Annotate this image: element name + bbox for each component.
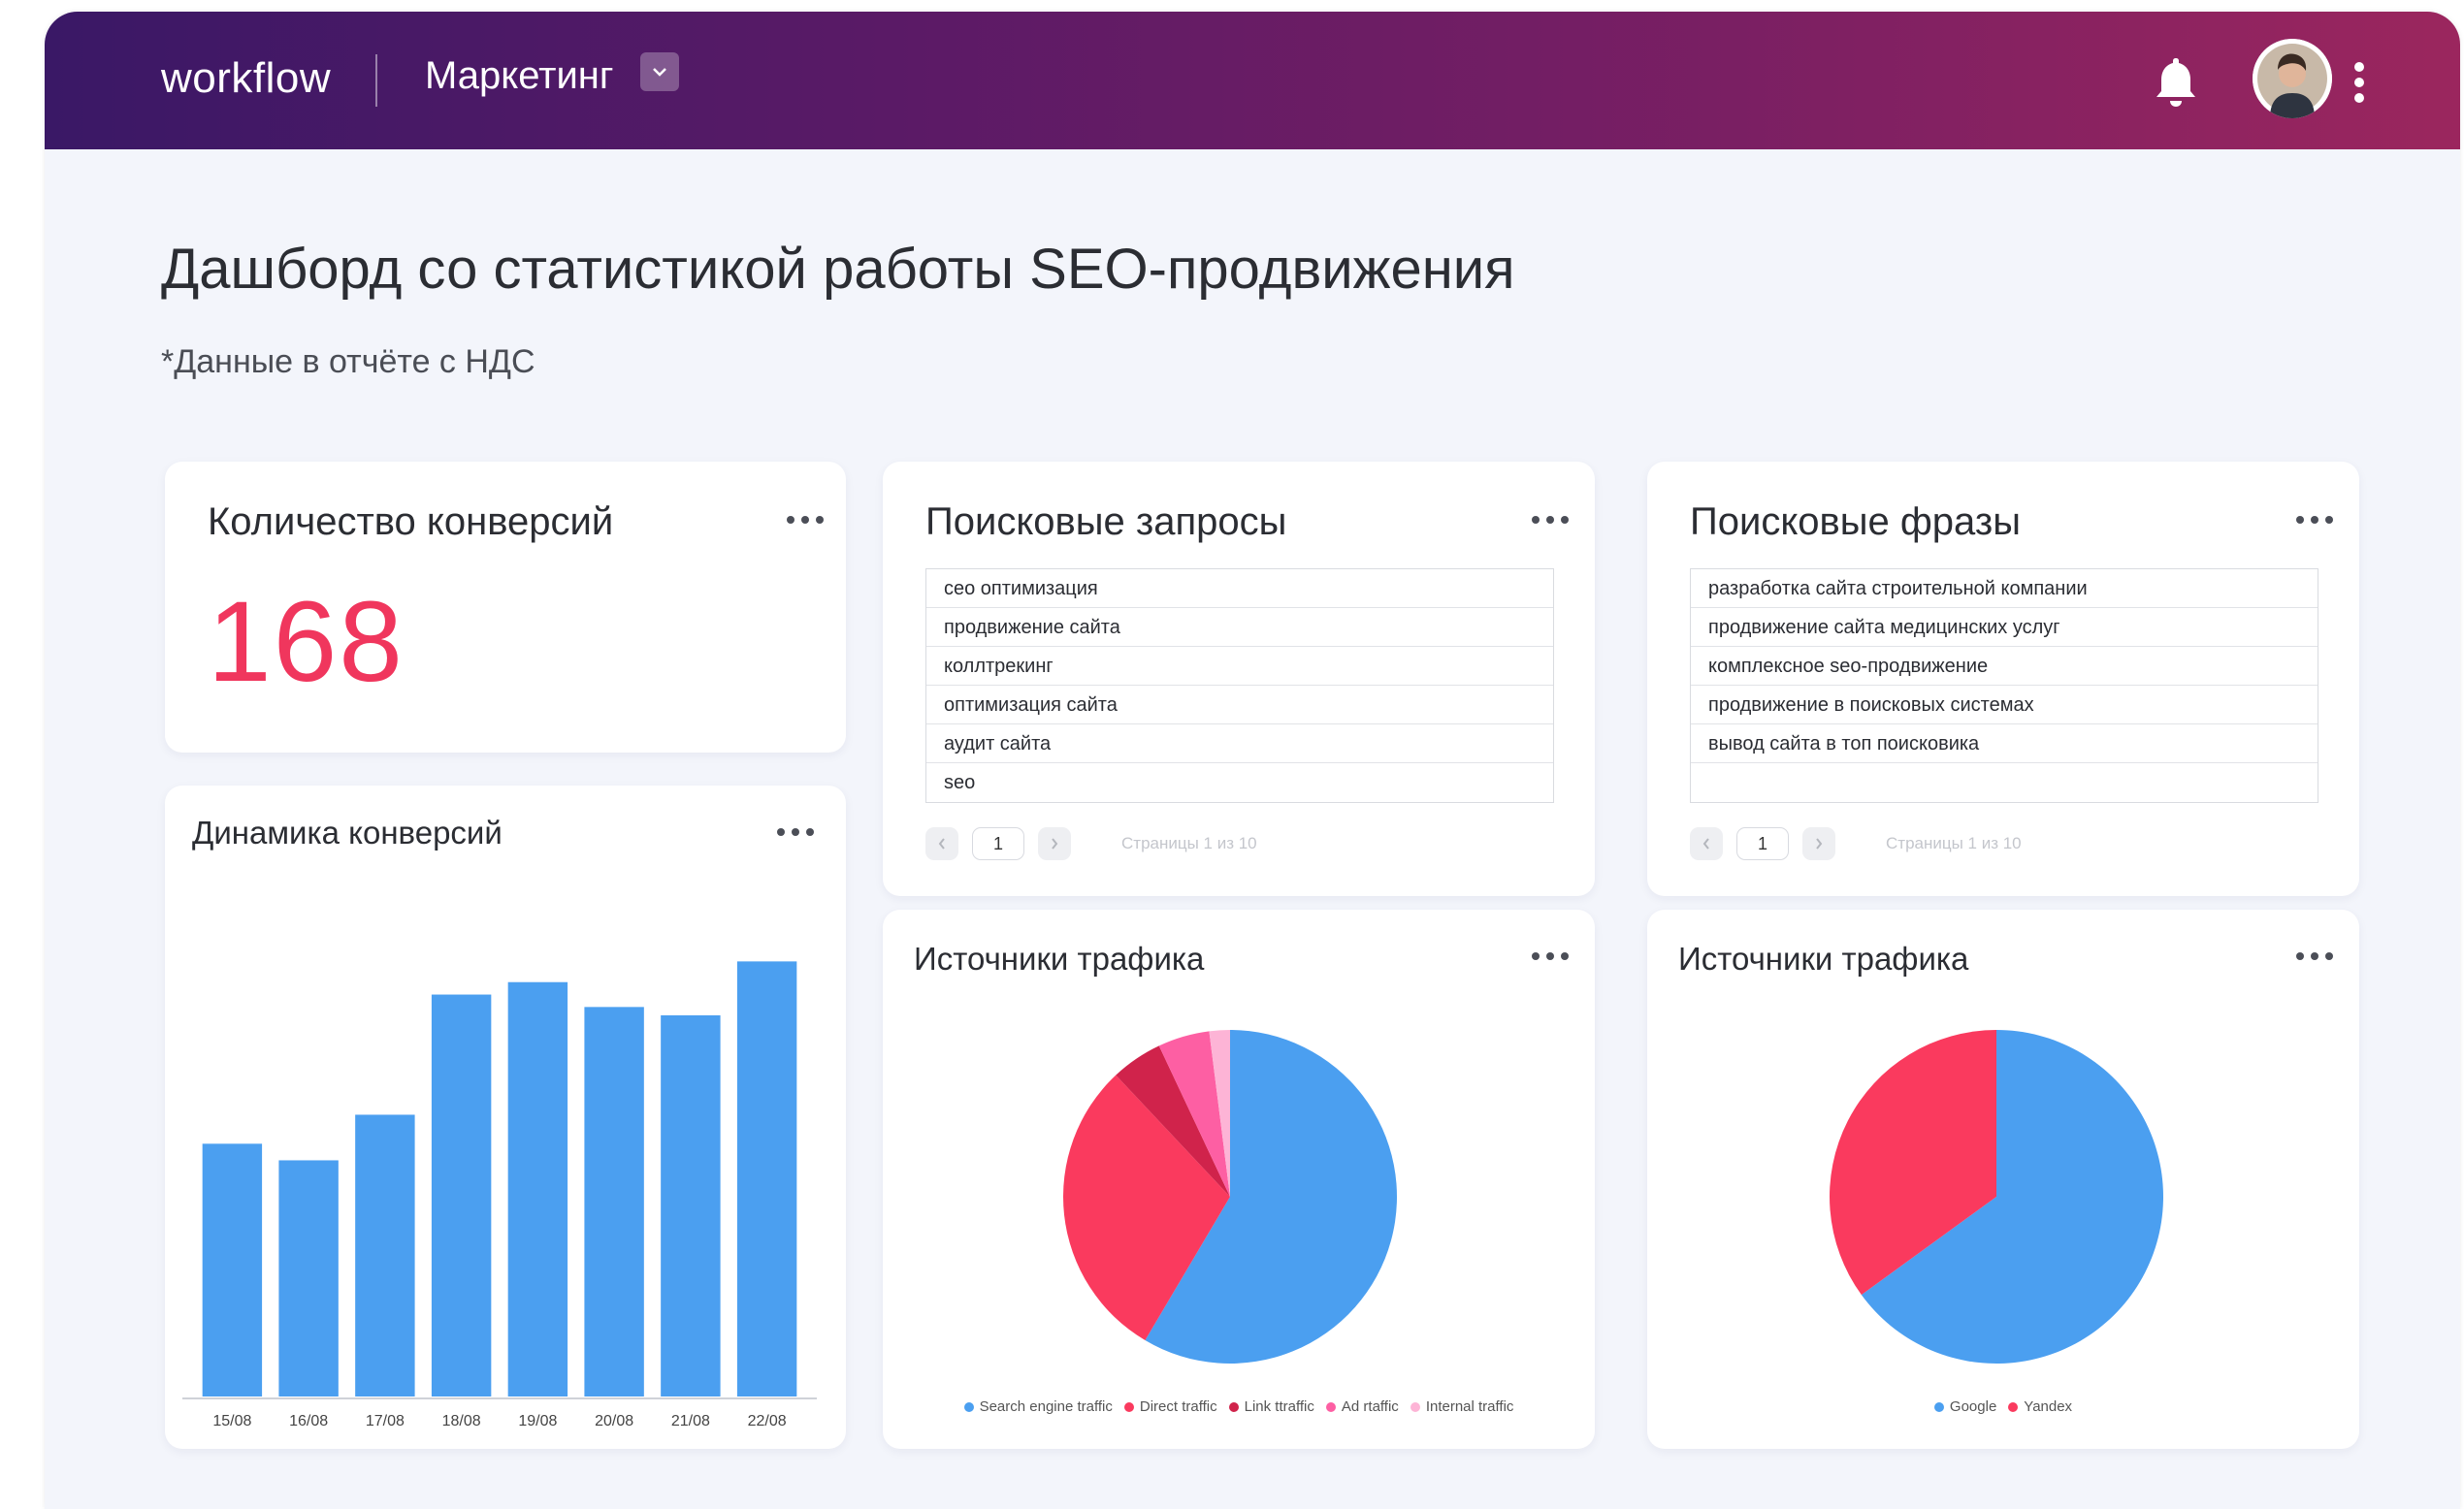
legend-label: Google	[1949, 1398, 1997, 1415]
chevron-left-icon	[938, 838, 945, 850]
more-horizontal-icon[interactable]	[786, 514, 825, 526]
pagination: 1 Страницы 1 из 10	[925, 826, 1257, 861]
search-queries-card: Поисковые запросы сео оптимизация продви…	[883, 462, 1595, 896]
legend-dot	[1325, 1401, 1336, 1412]
page-number-input[interactable]: 1	[1736, 827, 1789, 860]
search-phrases-card: Поисковые фразы разработка сайта строите…	[1647, 462, 2359, 896]
card-title: Поисковые фразы	[1690, 500, 2021, 543]
legend-label: Yandex	[2024, 1398, 2073, 1415]
legend-dot	[963, 1401, 974, 1412]
queries-table: сео оптимизация продвижение сайта коллтр…	[925, 568, 1554, 803]
user-menu-button[interactable]	[2351, 58, 2368, 107]
legend-dot	[1228, 1401, 1239, 1412]
bar-22/08[interactable]	[736, 961, 797, 1397]
legend-label: Link ttraffic	[1244, 1398, 1314, 1415]
conversions-card: Количество конверсий 168	[165, 462, 846, 753]
chevron-down-icon	[653, 68, 666, 77]
x-tick-label: 21/08	[671, 1413, 710, 1429]
app-logo[interactable]: workflow	[161, 54, 331, 103]
project-dropdown-button[interactable]	[640, 52, 679, 91]
pagination: 1 Страницы 1 из 10	[1690, 826, 2022, 861]
table-row[interactable]: аудит сайта	[926, 724, 1553, 763]
notifications-button[interactable]	[2152, 54, 2200, 109]
chevron-right-icon	[1816, 838, 1823, 850]
more-horizontal-icon[interactable]	[1531, 514, 1570, 526]
phrases-table: разработка сайта строительной компании п…	[1690, 568, 2318, 803]
table-row[interactable]: сео оптимизация	[926, 569, 1553, 608]
x-tick-label: 15/08	[212, 1413, 251, 1429]
conversion-dynamics-card: Динамика конверсий 15/08 16/08 17/08 18/08 1…	[165, 786, 846, 1449]
legend-label: Ad rtaffic	[1341, 1398, 1399, 1415]
legend-item[interactable]: Yandex	[2008, 1398, 2072, 1415]
conversion-bar-chart: 15/08 16/08 17/08 18/08 19/08 20/08 21/08 22/08	[182, 961, 817, 1429]
page-info: Страницы 1 из 10	[1121, 834, 1257, 852]
bar-19/08[interactable]	[507, 981, 568, 1397]
chart-legend: Search engine traffic Direct traffic Link …	[883, 1398, 1595, 1415]
bell-icon	[2156, 58, 2195, 107]
page-subtitle: *Данные в отчёте с НДС	[161, 343, 535, 380]
legend-item[interactable]: Internal traffic	[1410, 1398, 1514, 1415]
table-row[interactable]	[1691, 763, 2318, 802]
table-row[interactable]: продвижение сайта медицинских услуг	[1691, 608, 2318, 647]
x-tick-label: 18/08	[442, 1413, 481, 1429]
header-divider	[375, 54, 377, 107]
legend-dot	[1410, 1401, 1420, 1412]
user-avatar[interactable]	[2253, 39, 2332, 118]
bar-21/08[interactable]	[661, 1014, 721, 1397]
bar-15/08[interactable]	[202, 1143, 263, 1397]
prev-page-button[interactable]	[925, 827, 958, 860]
traffic-pie-chart	[1063, 1030, 1397, 1364]
bar-17/08[interactable]	[355, 1114, 415, 1397]
bar-18/08[interactable]	[431, 994, 492, 1397]
prev-page-button[interactable]	[1690, 827, 1723, 860]
legend-dot	[2008, 1401, 2019, 1412]
next-page-button[interactable]	[1038, 827, 1071, 860]
x-tick-label: 17/08	[366, 1413, 405, 1429]
table-row[interactable]: разработка сайта строительной компании	[1691, 569, 2318, 608]
next-page-button[interactable]	[1802, 827, 1835, 860]
traffic-sources-engines-card: Источники трафика Google Yandex	[1647, 910, 2359, 1449]
card-title: Количество конверсий	[208, 500, 614, 543]
page-number-input[interactable]: 1	[972, 827, 1024, 860]
x-tick-label: 16/08	[289, 1413, 328, 1429]
kebab-menu-icon	[2354, 62, 2364, 103]
legend-item[interactable]: Google	[1933, 1398, 1997, 1415]
card-title: Поисковые запросы	[925, 500, 1287, 543]
legend-item[interactable]: Search engine traffic	[963, 1398, 1113, 1415]
app-window: workflow Маркетинг Дашборд со статистико…	[45, 12, 2460, 1509]
chart-legend: Google Yandex	[1647, 1398, 2359, 1415]
legend-item[interactable]: Ad rtaffic	[1325, 1398, 1399, 1415]
x-tick-label: 22/08	[748, 1413, 787, 1429]
table-row[interactable]: продвижение в поисковых системах	[1691, 686, 2318, 724]
page-title: Дашборд со статистикой работы SEO-продви…	[161, 238, 1515, 301]
project-name[interactable]: Маркетинг	[425, 54, 613, 98]
top-bar: workflow Маркетинг	[45, 12, 2460, 149]
more-horizontal-icon[interactable]	[2295, 514, 2334, 526]
table-row[interactable]: оптимизация сайта	[926, 686, 1553, 724]
legend-item[interactable]: Link ttraffic	[1228, 1398, 1314, 1415]
bar-16/08[interactable]	[278, 1160, 339, 1397]
table-row[interactable]: комплексное seo-продвижение	[1691, 647, 2318, 686]
legend-label: Internal traffic	[1425, 1398, 1514, 1415]
legend-item[interactable]: Direct traffic	[1123, 1398, 1217, 1415]
chevron-left-icon	[1702, 838, 1709, 850]
search-engine-pie-chart	[1830, 1030, 2163, 1364]
table-row[interactable]: коллтрекинг	[926, 647, 1553, 686]
x-tick-label: 19/08	[518, 1413, 557, 1429]
legend-dot	[1123, 1401, 1134, 1412]
legend-label: Direct traffic	[1139, 1398, 1217, 1415]
bar-20/08[interactable]	[584, 1007, 644, 1397]
traffic-sources-card: Источники трафика Search engine traffic D…	[883, 910, 1595, 1449]
chevron-right-icon	[1052, 838, 1058, 850]
table-row[interactable]: seo	[926, 763, 1553, 802]
table-row[interactable]: вывод сайта в топ поисковика	[1691, 724, 2318, 763]
legend-label: Search engine traffic	[979, 1398, 1113, 1415]
table-row[interactable]: продвижение сайта	[926, 608, 1553, 647]
x-tick-label: 20/08	[595, 1413, 633, 1429]
legend-dot	[1933, 1401, 1944, 1412]
avatar-image	[2253, 39, 2332, 118]
page-info: Страницы 1 из 10	[1886, 834, 2022, 852]
conversions-value: 168	[208, 578, 405, 706]
